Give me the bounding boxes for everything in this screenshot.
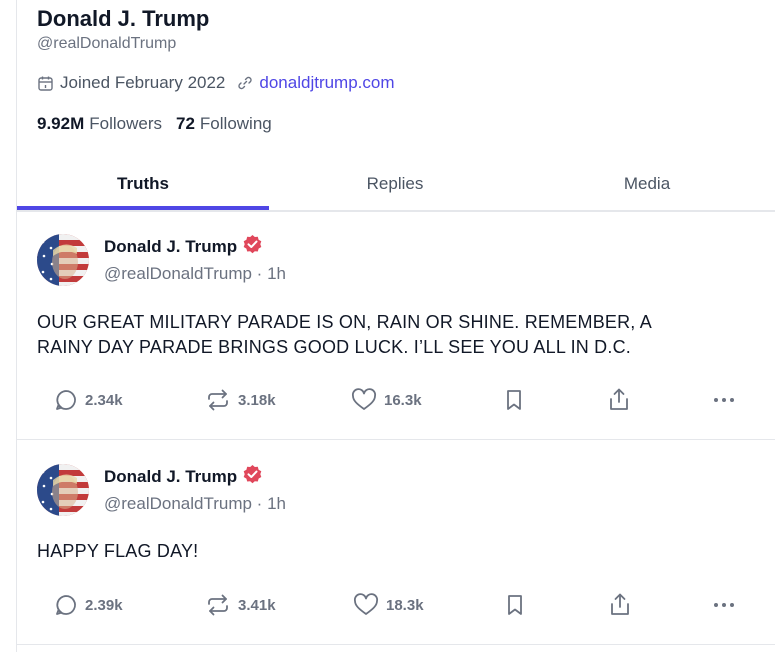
- like-button[interactable]: 16.3k: [351, 385, 422, 415]
- post-handle-time: @realDonaldTrump · 1h: [104, 494, 286, 513]
- followers-label: Followers: [89, 114, 162, 133]
- link-icon: [237, 75, 253, 91]
- bookmark-button[interactable]: [504, 590, 526, 620]
- heart-icon: [351, 388, 377, 412]
- followers-link[interactable]: 9.92M Followers: [37, 114, 162, 134]
- joined-date: Joined February 2022: [60, 73, 226, 92]
- post-text: HAPPY FLAG DAY!: [37, 539, 737, 564]
- profile-tabs: Truths Replies Media: [17, 162, 775, 212]
- reply-button[interactable]: 2.34k: [54, 385, 123, 415]
- post-author[interactable]: Donald J. Trump: [104, 234, 263, 260]
- like-button[interactable]: 18.3k: [353, 590, 424, 620]
- profile-handle: @realDonaldTrump: [37, 35, 177, 52]
- post-handle-time: @realDonaldTrump · 1h: [104, 264, 286, 283]
- post-author[interactable]: Donald J. Trump: [104, 464, 263, 490]
- post-actions: 2.34k 3.18k 16.3k: [17, 385, 775, 415]
- post-actions: 2.39k 3.41k 18.3k: [17, 590, 775, 620]
- post[interactable]: Donald J. Trump @realDonaldTrump · 1h OU…: [17, 210, 775, 440]
- retruth-count: 3.41k: [238, 596, 276, 614]
- post[interactable]: Donald J. Trump @realDonaldTrump · 1h HA…: [17, 440, 775, 645]
- more-options-button[interactable]: [711, 590, 737, 620]
- share-button[interactable]: [607, 385, 631, 415]
- profile-meta: Joined February 2022 donaldjtrump.com: [37, 73, 395, 93]
- bookmark-button[interactable]: [503, 385, 525, 415]
- retruth-button[interactable]: 3.41k: [205, 590, 276, 620]
- more-options-button[interactable]: [711, 385, 737, 415]
- retruth-icon: [205, 388, 231, 412]
- verified-badge-icon: [242, 234, 263, 260]
- avatar[interactable]: [37, 464, 89, 516]
- post-text-line: HAPPY FLAG DAY!: [37, 541, 199, 561]
- share-button[interactable]: [608, 590, 632, 620]
- post-text-line: RAINY DAY PARADE BRINGS GOOD LUCK. I’LL …: [37, 337, 631, 357]
- avatar[interactable]: [37, 234, 89, 286]
- website-link[interactable]: donaldjtrump.com: [259, 73, 394, 93]
- reply-count: 2.34k: [85, 391, 123, 409]
- share-icon: [607, 387, 631, 413]
- retruth-count: 3.18k: [238, 391, 276, 409]
- like-count: 16.3k: [384, 391, 422, 409]
- profile-name: Donald J. Trump: [37, 6, 210, 31]
- reply-button[interactable]: 2.39k: [54, 590, 123, 620]
- tab-replies[interactable]: Replies: [269, 162, 521, 208]
- tab-media[interactable]: Media: [521, 162, 773, 208]
- following-link[interactable]: 72 Following: [176, 114, 272, 134]
- heart-icon: [353, 593, 379, 617]
- verified-badge-icon: [242, 464, 263, 490]
- reply-count: 2.39k: [85, 596, 123, 614]
- following-count: 72: [176, 114, 195, 133]
- share-icon: [608, 592, 632, 618]
- follow-counts: 9.92M Followers 72 Following: [37, 114, 272, 134]
- post-text-line: OUR GREAT MILITARY PARADE IS ON, RAIN OR…: [37, 312, 652, 332]
- more-icon: [711, 388, 737, 412]
- like-count: 18.3k: [386, 596, 424, 614]
- post-text: OUR GREAT MILITARY PARADE IS ON, RAIN OR…: [37, 310, 737, 360]
- reply-icon: [54, 593, 78, 617]
- reply-icon: [54, 388, 78, 412]
- following-label: Following: [199, 114, 272, 133]
- followers-count: 9.92M: [37, 114, 85, 133]
- more-icon: [711, 593, 737, 617]
- calendar-icon: [37, 75, 54, 92]
- retruth-button[interactable]: 3.18k: [205, 385, 276, 415]
- bookmark-icon: [504, 593, 526, 617]
- author-name: Donald J. Trump: [104, 467, 238, 486]
- tab-truths[interactable]: Truths: [17, 162, 269, 210]
- bookmark-icon: [503, 388, 525, 412]
- retruth-icon: [205, 593, 231, 617]
- author-name: Donald J. Trump: [104, 237, 238, 256]
